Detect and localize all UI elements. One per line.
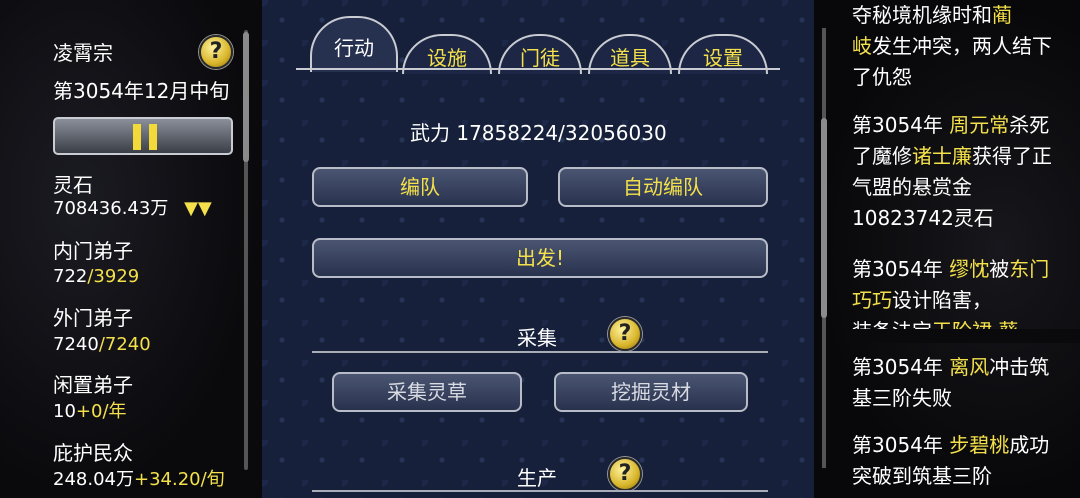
sect-name: 凌霄宗 [53, 41, 113, 65]
log-scrollbar[interactable] [821, 28, 827, 468]
log-entry: 夺秘境机缘时和蔺 岐发生冲突，两人结下了仇怨 [852, 3, 1052, 89]
outer-disciples-label: 外门弟子 [53, 306, 133, 330]
game-date: 第3054年12月中旬 [53, 79, 230, 103]
gather-divider [312, 351, 768, 353]
sect-status-panel: 凌霄宗 ? 第3054年12月中旬 灵石 708436.43万 ▼▼ 内门弟子 … [0, 0, 262, 498]
mine-material-button[interactable]: 挖掘灵材 [554, 372, 748, 412]
outer-disciples-value: 7240/7240 [53, 334, 151, 355]
pause-button[interactable] [53, 117, 233, 155]
idle-disciples-label: 闲置弟子 [53, 373, 133, 397]
spirit-stone-label: 灵石 [53, 173, 93, 197]
event-log-panel: 夺秘境机缘时和蔺 岐发生冲突，两人结下了仇怨 第3054年 周元常杀死了魔修诸士… [814, 0, 1080, 498]
produce-section-title: 生产 [517, 466, 557, 490]
gather-help-icon[interactable]: ? [608, 317, 642, 351]
protected-people-label: 庇护民众 [53, 441, 133, 465]
log-clip-gap [844, 329, 1080, 343]
produce-divider [312, 490, 768, 492]
left-scrollbar[interactable] [243, 30, 249, 470]
spirit-stone-value: 708436.43万 ▼▼ [53, 198, 212, 219]
inner-disciples-value: 722/3929 [53, 266, 140, 287]
log-entry: 第3054年 步碧桃成功突破到筑基三阶 [852, 433, 1050, 488]
combat-power-text: 武力 17858224/32056030 [410, 121, 667, 145]
idle-disciples-value: 10+0/年 [53, 401, 127, 422]
action-panel: 行动 设施 门徒 道具 设置 武力 17858224/32056030 编队 自… [262, 0, 823, 498]
gather-herb-button[interactable]: 采集灵草 [332, 372, 522, 412]
inner-disciples-label: 内门弟子 [53, 239, 133, 263]
trend-down-icon: ▼▼ [184, 198, 212, 219]
log-entry: 第3054年 周元常杀死了魔修诸士廉获得了正气盟的悬赏金10823742灵石 [852, 113, 1052, 230]
produce-help-icon[interactable]: ? [608, 457, 642, 491]
gather-section-title: 采集 [517, 326, 557, 350]
tab-action[interactable]: 行动 [310, 16, 398, 72]
log-entry: 第3054年 离风冲击筑基三阶失败 [852, 355, 1050, 410]
team-button[interactable]: 编队 [312, 167, 528, 207]
tab-divider [296, 68, 780, 70]
log-entry: 第3054年 缪忱被东门巧巧设计陷害， 装备法宝天阶裙·葵 [852, 257, 1050, 330]
depart-button[interactable]: 出发! [312, 238, 768, 278]
auto-team-button[interactable]: 自动编队 [558, 167, 768, 207]
help-icon[interactable]: ? [199, 35, 233, 69]
protected-people-value: 248.04万+34.20/旬 [53, 469, 225, 490]
